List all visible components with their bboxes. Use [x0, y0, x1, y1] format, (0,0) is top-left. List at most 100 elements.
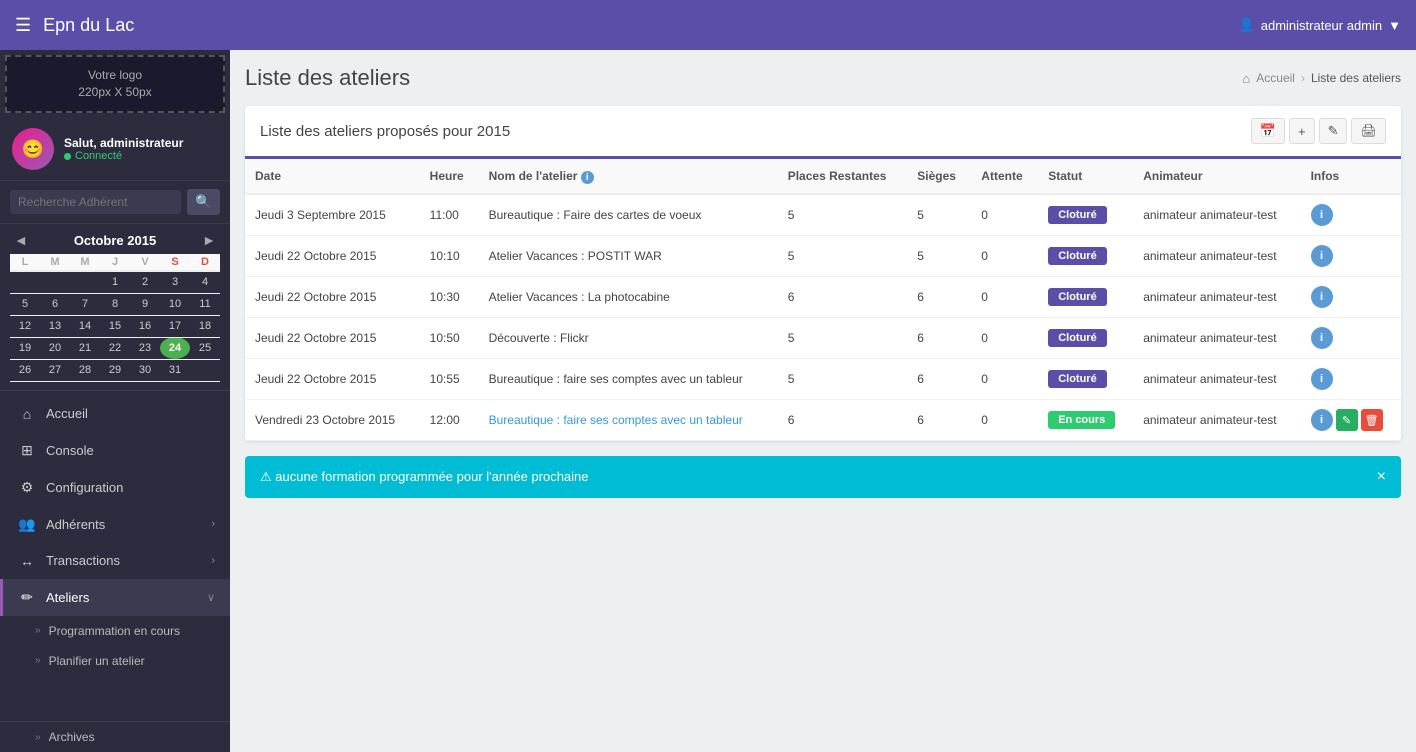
col-date: Date — [245, 159, 420, 194]
calendar-day — [190, 359, 220, 381]
calendar-day — [10, 271, 40, 293]
cell-date: Jeudi 22 Octobre 2015 — [245, 236, 420, 277]
calendar-day[interactable]: 25 — [190, 337, 220, 359]
double-arrow-icon: » — [35, 655, 41, 666]
calendar-day[interactable]: 14 — [70, 315, 100, 337]
sidebar-item-ateliers[interactable]: ✏ Ateliers ∨ — [0, 579, 230, 616]
cell-animateur: animateur animateur-test — [1133, 236, 1300, 277]
subitem-label: Archives — [49, 730, 95, 744]
calendar-day[interactable]: 2 — [130, 271, 160, 293]
calendar-day[interactable]: 17 — [160, 315, 190, 337]
calendar-day[interactable]: 7 — [70, 293, 100, 315]
calendar-day[interactable]: 21 — [70, 337, 100, 359]
status-label: Connecté — [75, 150, 122, 162]
cal-day-header: S — [160, 254, 190, 271]
cell-sieges: 5 — [907, 236, 971, 277]
info-button[interactable]: i — [1311, 327, 1333, 349]
cell-animateur: animateur animateur-test — [1133, 194, 1300, 236]
calendar: ◄ Octobre 2015 ► LMMJVSD 123456789101112… — [0, 224, 230, 391]
breadcrumb: ⌂ Accueil › Liste des ateliers — [1242, 71, 1401, 86]
add-button[interactable]: + — [1289, 118, 1315, 144]
breadcrumb-home[interactable]: Accueil — [1256, 71, 1295, 85]
transactions-icon: ↔ — [18, 553, 36, 569]
calendar-day[interactable]: 13 — [40, 315, 70, 337]
sidebar-item-adherents[interactable]: 👥 Adhérents › — [0, 506, 230, 543]
info-button[interactable]: i — [1311, 245, 1333, 267]
sidebar-subitem-archives[interactable]: » Archives — [0, 722, 230, 752]
calendar-day[interactable]: 27 — [40, 359, 70, 381]
calendar-day[interactable]: 6 — [40, 293, 70, 315]
calendar-day[interactable]: 10 — [160, 293, 190, 315]
cell-date: Jeudi 3 Septembre 2015 — [245, 194, 420, 236]
calendar-day — [70, 271, 100, 293]
calendar-day[interactable]: 20 — [40, 337, 70, 359]
calendar-day[interactable]: 9 — [130, 293, 160, 315]
sidebar-item-console[interactable]: ⊞ Console — [0, 432, 230, 469]
calendar-day[interactable]: 30 — [130, 359, 160, 381]
page-header: Liste des ateliers ⌂ Accueil › Liste des… — [245, 65, 1401, 91]
search-input[interactable] — [10, 190, 181, 214]
delete-button[interactable]: 🗑 — [1361, 409, 1383, 431]
subitem-label: Programmation en cours — [49, 624, 180, 638]
calendar-day[interactable]: 15 — [100, 315, 130, 337]
calendar-day[interactable]: 29 — [100, 359, 130, 381]
user-status: Connecté — [64, 150, 183, 162]
cal-day-header: L — [10, 254, 40, 271]
user-menu[interactable]: 👤 administrateur admin ▼ — [1239, 17, 1401, 33]
calendar-day[interactable]: 28 — [70, 359, 100, 381]
calendar-day[interactable]: 16 — [130, 315, 160, 337]
calendar-day[interactable]: 5 — [10, 293, 40, 315]
calendar-day[interactable]: 23 — [130, 337, 160, 359]
cell-date: Jeudi 22 Octobre 2015 — [245, 318, 420, 359]
calendar-day[interactable]: 22 — [100, 337, 130, 359]
calendar-day[interactable]: 1 — [100, 271, 130, 293]
search-button[interactable]: 🔍 — [187, 189, 220, 215]
calendar-day[interactable]: 4 — [190, 271, 220, 293]
chevron-down-icon: ▼ — [1388, 18, 1401, 33]
edit-button[interactable]: ✎ — [1336, 409, 1358, 431]
cell-attente: 0 — [971, 277, 1038, 318]
cell-nom[interactable]: Bureautique : faire ses comptes avec un … — [479, 400, 778, 441]
info-button[interactable]: i — [1311, 368, 1333, 390]
cell-infos: i — [1301, 318, 1401, 359]
col-attente: Attente — [971, 159, 1038, 194]
calendar-grid: LMMJVSD 12345678910111213141516171819202… — [10, 254, 220, 382]
info-button[interactable]: i — [1311, 286, 1333, 308]
sidebar-item-label: Configuration — [46, 480, 215, 495]
hamburger-button[interactable]: ☰ — [15, 15, 31, 36]
info-button[interactable]: i — [1311, 204, 1333, 226]
col-heure: Heure — [420, 159, 479, 194]
calendar-day[interactable]: 18 — [190, 315, 220, 337]
alert-close-button[interactable]: × — [1377, 468, 1386, 486]
calendar-prev-button[interactable]: ◄ — [10, 232, 32, 248]
sidebar-subitem-programmation[interactable]: » Programmation en cours — [0, 616, 230, 646]
calendar-day[interactable]: 3 — [160, 271, 190, 293]
avatar: 😊 — [12, 128, 54, 170]
calendar-day[interactable]: 11 — [190, 293, 220, 315]
sidebar-item-accueil[interactable]: ⌂ Accueil — [0, 396, 230, 432]
calendar-day[interactable]: 12 — [10, 315, 40, 337]
print-button[interactable]: 🖨 — [1351, 118, 1386, 144]
sidebar-subitem-planifier[interactable]: » Planifier un atelier — [0, 646, 230, 676]
calendar-day[interactable]: 26 — [10, 359, 40, 381]
cell-nom: Bureautique : Faire des cartes de voeux — [479, 194, 778, 236]
sidebar-item-transactions[interactable]: ↔ Transactions › — [0, 543, 230, 579]
card-header: Liste des ateliers proposés pour 2015 📅 … — [245, 106, 1401, 159]
navbar-left: ☰ Epn du Lac — [15, 15, 134, 36]
calendar-day[interactable]: 19 — [10, 337, 40, 359]
info-button[interactable]: i — [1311, 409, 1333, 431]
calendar-day[interactable]: 8 — [100, 293, 130, 315]
logo-area: Votre logo 220px X 50px — [5, 55, 225, 113]
ateliers-card: Liste des ateliers proposés pour 2015 📅 … — [245, 106, 1401, 441]
table-row: Jeudi 22 Octobre 201510:50Découverte : F… — [245, 318, 1401, 359]
cell-date: Jeudi 22 Octobre 2015 — [245, 277, 420, 318]
cell-heure: 10:10 — [420, 236, 479, 277]
calendar-next-button[interactable]: ► — [198, 232, 220, 248]
sidebar-item-configuration[interactable]: ⚙ Configuration — [0, 469, 230, 506]
calendar-day[interactable]: 31 — [160, 359, 190, 381]
calendar-day[interactable]: 24 — [160, 337, 190, 359]
cell-attente: 0 — [971, 359, 1038, 400]
calendar-view-button[interactable]: 📅 — [1251, 118, 1285, 144]
edit-button[interactable]: ✎ — [1319, 118, 1348, 144]
card-title: Liste des ateliers proposés pour 2015 — [260, 123, 510, 140]
